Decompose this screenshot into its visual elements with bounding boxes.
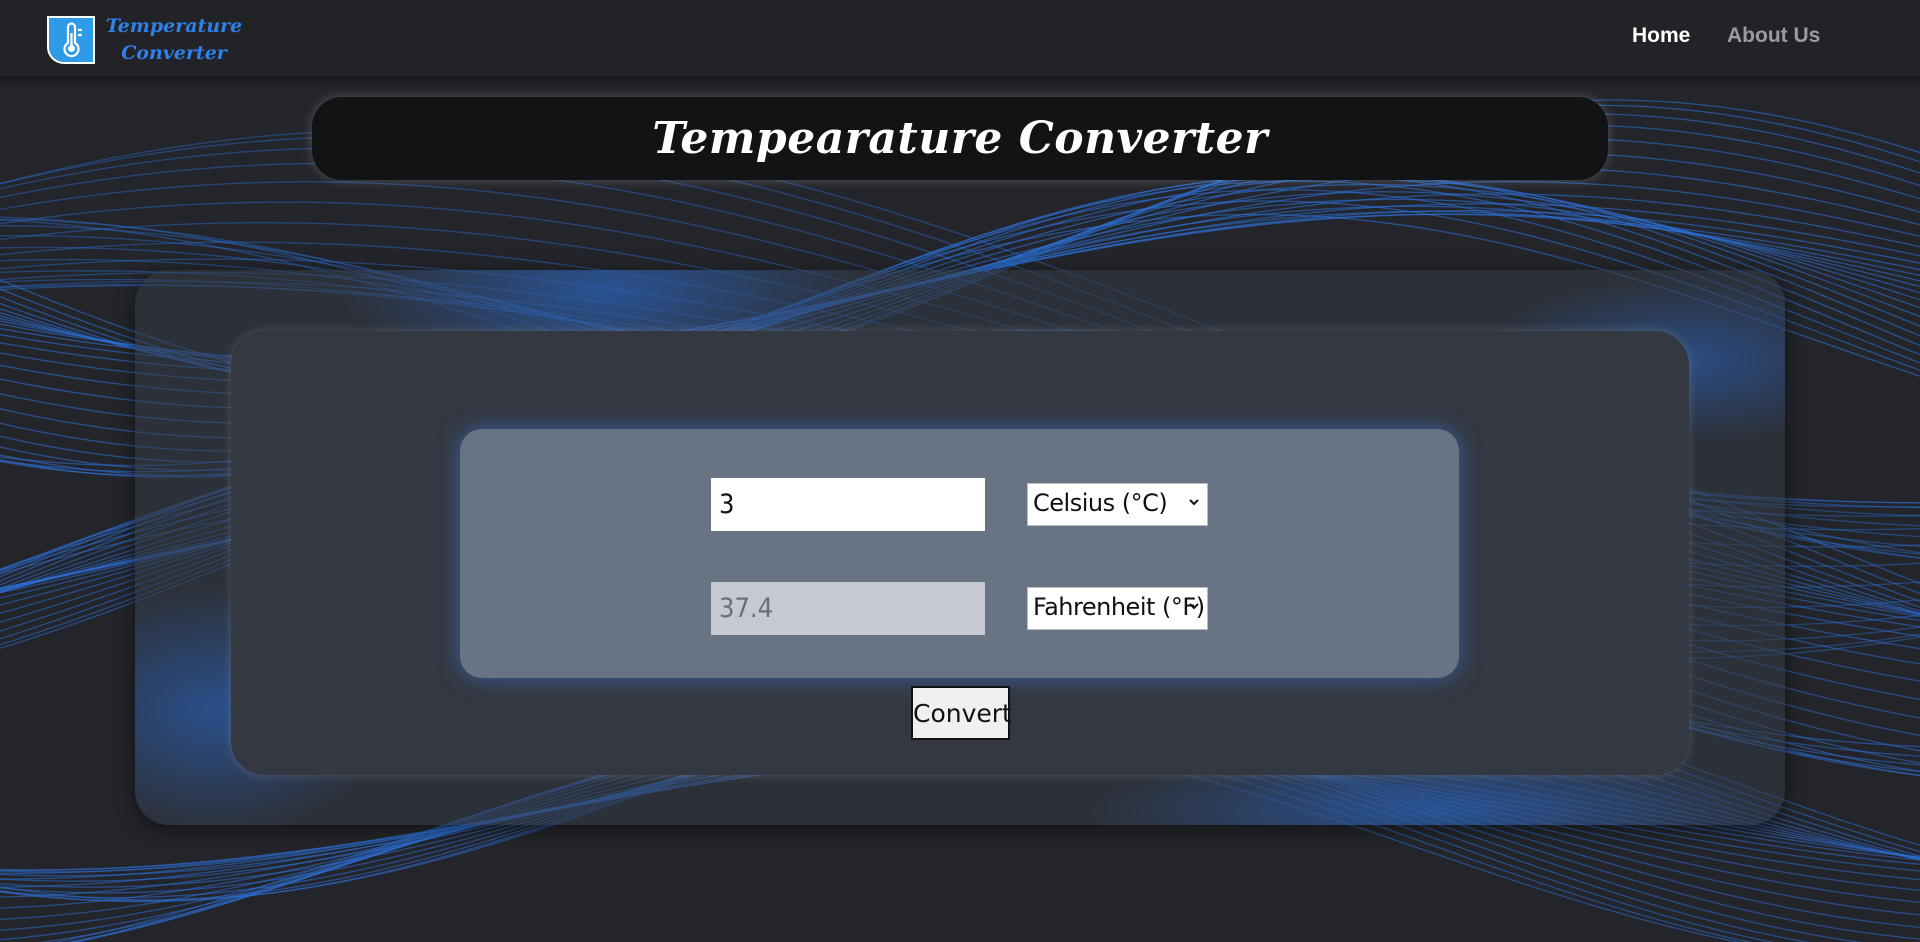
- result-output[interactable]: [711, 582, 985, 635]
- brand-name-line2: Converter: [121, 42, 227, 64]
- brand-name[interactable]: Temperature Converter: [104, 13, 244, 67]
- brand-name-line1: Temperature: [105, 15, 243, 37]
- title-banner: Tempearature Converter: [312, 97, 1608, 180]
- converter-panel: [460, 429, 1459, 678]
- chevron-down-icon: [1189, 499, 1199, 506]
- from-unit-select[interactable]: Celsius (°C): [1027, 483, 1208, 526]
- convert-button[interactable]: Convert: [911, 686, 1012, 740]
- from-unit-label: Celsius (°C): [1033, 489, 1168, 517]
- nav-link-home[interactable]: Home: [1632, 24, 1690, 48]
- to-unit-label: Fahrenheit (°F): [1033, 593, 1205, 621]
- navbar: Temperature Converter Home About Us: [0, 0, 1920, 76]
- chevron-down-icon: [1189, 603, 1199, 610]
- nav-link-about-us[interactable]: About Us: [1727, 24, 1820, 48]
- page-title: Tempearature Converter: [652, 113, 1268, 164]
- thermometer-icon[interactable]: [46, 15, 96, 65]
- temperature-input[interactable]: [711, 478, 985, 531]
- to-unit-select[interactable]: Fahrenheit (°F): [1027, 587, 1208, 630]
- app-root: Temperature Converter Home About Us Temp…: [0, 0, 1920, 942]
